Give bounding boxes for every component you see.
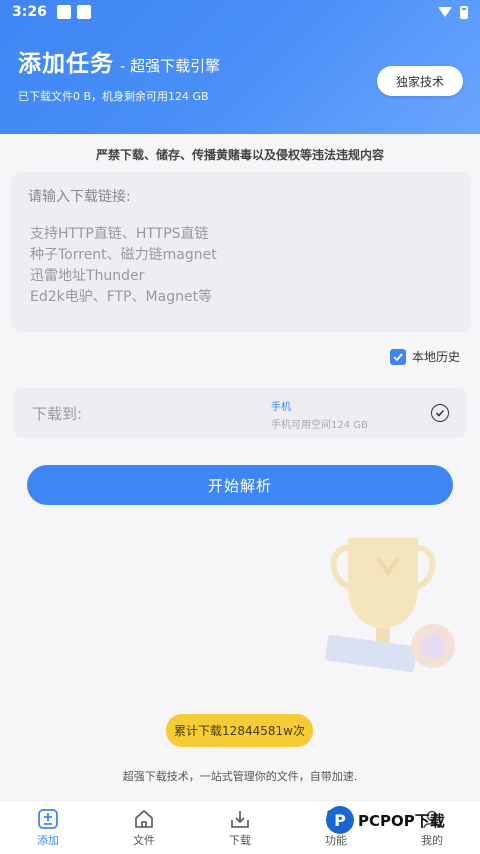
notification-icon: [76, 5, 91, 19]
pcpop-logo: P: [326, 806, 354, 834]
input-hints: 支持HTTP直链、HTTPS直链 种子Torrent、磁力链magnet 迅雷地…: [30, 224, 217, 308]
link-input[interactable]: [10, 172, 471, 212]
page-title: 添加任务: [18, 51, 114, 77]
available-space: 手机可用空间124 GB: [271, 420, 368, 431]
local-history-toggle[interactable]: 本地历史: [390, 348, 460, 365]
link-input-box[interactable]: 支持HTTP直链、HTTPS直链 种子Torrent、磁力链magnet 迅雷地…: [10, 172, 471, 332]
tab-label: 添加: [37, 833, 59, 847]
hint-line: 支持HTTP直链、HTTPS直链: [30, 226, 209, 242]
hint-line: 迅雷地址Thunder: [30, 268, 145, 284]
notification-icon: [56, 5, 71, 19]
tab-files[interactable]: 文件: [96, 801, 192, 854]
trophy-illustration: [325, 538, 455, 673]
home-icon: [135, 809, 153, 828]
add-task-icon: [38, 808, 58, 829]
title-row: 添加任务 - 超强下载引擎: [18, 44, 220, 78]
download-location-selector[interactable]: 下载到: 手机 手机可用空间124 GB: [13, 388, 467, 438]
battery-icon: [460, 5, 468, 19]
page-subtitle: - 超强下载引擎: [120, 57, 221, 75]
exclusive-tech-button[interactable]: 独家技术: [377, 66, 463, 96]
wifi-icon: [438, 7, 452, 17]
download-to-label: 下载到:: [32, 405, 83, 423]
download-icon: [231, 810, 249, 828]
download-device: 手机: [271, 402, 291, 413]
hint-line: 种子Torrent、磁力链magnet: [30, 247, 217, 263]
tab-label: 文件: [133, 833, 155, 847]
tab-add[interactable]: 添加: [0, 801, 96, 854]
tab-download[interactable]: 下载: [192, 801, 288, 854]
storage-info: 已下载文件0 B，机身剩余可用124 GB: [18, 90, 209, 103]
watermark: P PCPOP下载: [326, 806, 445, 834]
watermark-text: PCPOP下载: [358, 811, 445, 830]
hint-line: Ed2k电驴、FTP、Magnet等: [30, 289, 213, 305]
status-time: 3:26: [12, 4, 47, 20]
tagline: 超强下载技术，一站式管理你的文件，自带加速.: [122, 770, 358, 783]
status-bar: 3:26: [0, 0, 480, 24]
tab-label: 下载: [229, 833, 251, 847]
start-parse-button[interactable]: 开始解析: [27, 465, 453, 505]
download-count-badge: 累计下载12844581w次: [166, 714, 313, 747]
legal-warning: 严禁下载、储存、传播黄赌毒以及侵权等违法违规内容: [95, 148, 384, 162]
local-history-label: 本地历史: [412, 350, 461, 364]
header: 3:26 添加任务 - 超强下载引擎 已下载文件0 B，机身剩余可用124 GB…: [0, 0, 480, 134]
checkbox-checked-icon[interactable]: [390, 348, 406, 365]
check-circle-icon[interactable]: [431, 404, 449, 422]
